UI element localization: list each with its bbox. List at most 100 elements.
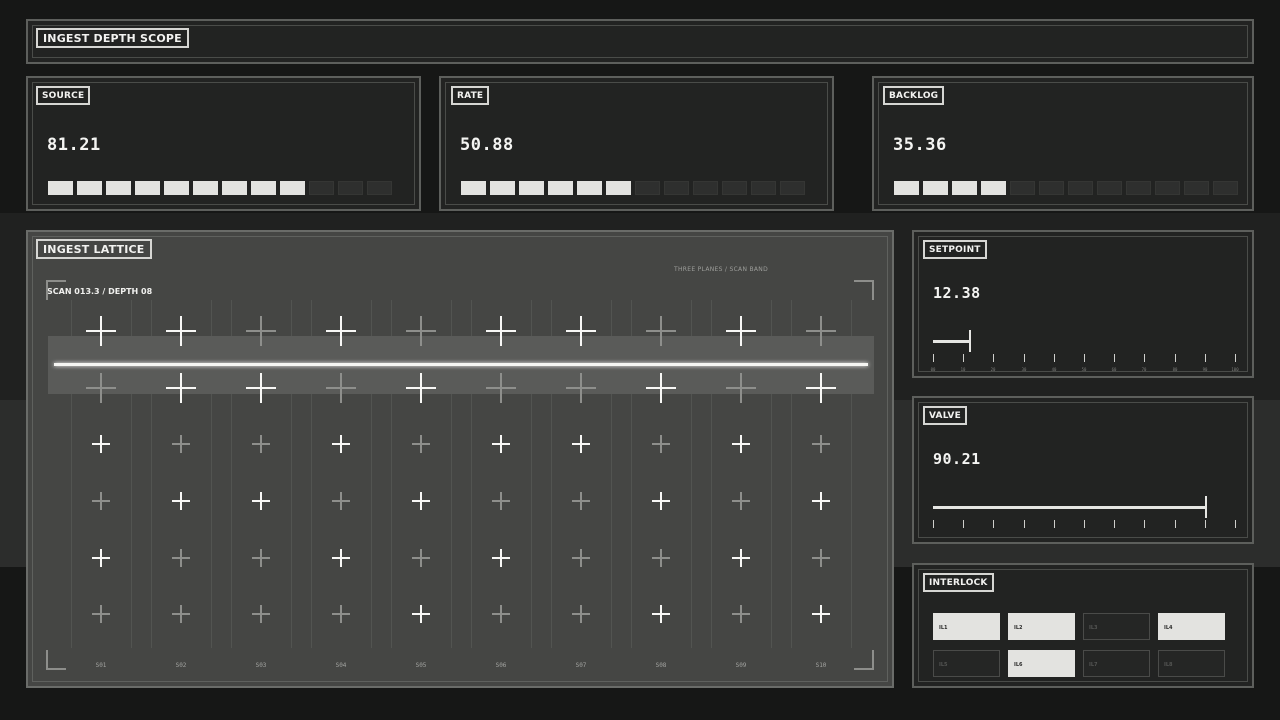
segment	[606, 181, 631, 195]
crosshair-marker	[806, 373, 836, 403]
segment	[106, 181, 131, 195]
crosshair-marker	[566, 373, 596, 403]
tick-mark	[1144, 354, 1145, 362]
slider-ticks	[933, 520, 1236, 532]
interlock-button-il4[interactable]: IL4	[1158, 613, 1225, 640]
lattice-caption: THREE PLANES / SCAN BAND	[674, 266, 768, 273]
crosshair-marker	[492, 549, 510, 567]
crosshair-marker	[572, 549, 590, 567]
crosshair-marker	[326, 373, 356, 403]
tick-mark	[963, 354, 964, 362]
tick-mark	[933, 354, 934, 362]
setpoint-panel: SETPOINT 12.38 00 10 20 30 40 50 60 70 80 90 100	[912, 230, 1254, 378]
tick-mark	[1144, 520, 1145, 528]
tick-mark	[993, 520, 994, 528]
segment	[923, 181, 948, 195]
segment	[193, 181, 218, 195]
column-label: S07	[575, 662, 587, 669]
crosshair-marker	[252, 435, 270, 453]
crosshair-marker	[812, 492, 830, 510]
tick-mark	[1235, 354, 1236, 362]
column-label: S05	[415, 662, 427, 669]
interlock-label: INTERLOCK	[923, 573, 994, 592]
metric-card-source: SOURCE 81.21	[26, 76, 421, 211]
crosshair-marker	[332, 435, 350, 453]
crosshair-marker	[172, 549, 190, 567]
metric-value: 50.88	[460, 135, 514, 155]
metric-label: BACKLOG	[883, 86, 945, 105]
crosshair-marker	[492, 605, 510, 623]
tick-mark	[1205, 520, 1206, 528]
tick-label: 30	[1021, 367, 1027, 372]
frame-corner	[46, 280, 66, 300]
slider-ticks: 00 10 20 30 40 50 60 70 80 90 100	[931, 354, 1239, 372]
interlock-button-il3[interactable]: IL3	[1083, 613, 1150, 640]
crosshair-marker	[572, 492, 590, 510]
crosshair-marker	[252, 605, 270, 623]
crosshair-marker	[486, 316, 516, 346]
crosshair-marker	[812, 435, 830, 453]
slider-handle[interactable]	[1205, 496, 1207, 518]
tick-mark	[933, 520, 934, 528]
crosshair-marker	[86, 373, 116, 403]
segment	[519, 181, 544, 195]
interlock-button-il7[interactable]: IL7	[1083, 650, 1150, 677]
crosshair-marker	[732, 605, 750, 623]
crosshair-marker	[652, 549, 670, 567]
segment	[693, 181, 718, 195]
interlock-button-il6[interactable]: IL6	[1008, 650, 1075, 677]
tick-label: 90	[1202, 367, 1208, 372]
interlock-button-il1[interactable]: IL1	[933, 613, 1000, 640]
crosshair-marker	[412, 492, 430, 510]
valve-value: 90.21	[933, 450, 981, 468]
crosshair-marker	[246, 316, 276, 346]
interlock-panel: INTERLOCK IL1 IL2 IL3 IL4 IL5 IL6 IL7 IL8	[912, 563, 1254, 688]
segment-bar	[48, 181, 392, 195]
tick-label: 50	[1081, 367, 1087, 372]
crosshair-marker	[726, 316, 756, 346]
crosshair-marker	[566, 316, 596, 346]
segment	[548, 181, 573, 195]
crosshair-marker	[732, 435, 750, 453]
metric-label: RATE	[451, 86, 490, 105]
tick-mark	[1084, 520, 1085, 528]
segment	[1068, 181, 1093, 195]
segment	[280, 181, 305, 195]
metric-label: SOURCE	[36, 86, 91, 105]
setpoint-slider[interactable]: 00 10 20 30 40 50 60 70 80 90 100	[931, 330, 1239, 372]
segment	[48, 181, 73, 195]
segment	[1097, 181, 1122, 195]
valve-slider[interactable]	[933, 496, 1236, 536]
segment	[490, 181, 515, 195]
segment	[338, 181, 363, 195]
crosshair-marker	[252, 549, 270, 567]
valve-label: VALVE	[923, 406, 967, 425]
slider-handle[interactable]	[969, 330, 971, 352]
crosshair-marker	[412, 605, 430, 623]
crosshair-marker	[652, 605, 670, 623]
interlock-button-il2[interactable]: IL2	[1008, 613, 1075, 640]
interlock-button-il5[interactable]: IL5	[933, 650, 1000, 677]
crosshair-marker	[92, 435, 110, 453]
tick-label: 80	[1172, 367, 1178, 372]
segment-bar	[461, 181, 805, 195]
crosshair-marker	[166, 373, 196, 403]
crosshair-marker	[646, 316, 676, 346]
crosshair-marker	[92, 605, 110, 623]
column-label: S10	[815, 662, 827, 669]
frame-corner	[46, 650, 66, 670]
tick-label: 100	[1231, 367, 1239, 372]
segment	[1184, 181, 1209, 195]
crosshair-marker	[172, 605, 190, 623]
metric-card-rate: RATE 50.88	[439, 76, 834, 211]
crosshair-marker	[92, 492, 110, 510]
crosshair-marker	[572, 435, 590, 453]
setpoint-label: SETPOINT	[923, 240, 987, 259]
interlock-button-il8[interactable]: IL8	[1158, 650, 1225, 677]
crosshair-marker	[412, 549, 430, 567]
crosshair-marker	[172, 492, 190, 510]
segment	[664, 181, 689, 195]
segment	[751, 181, 776, 195]
tick-mark	[1205, 354, 1206, 362]
crosshair-marker	[172, 435, 190, 453]
